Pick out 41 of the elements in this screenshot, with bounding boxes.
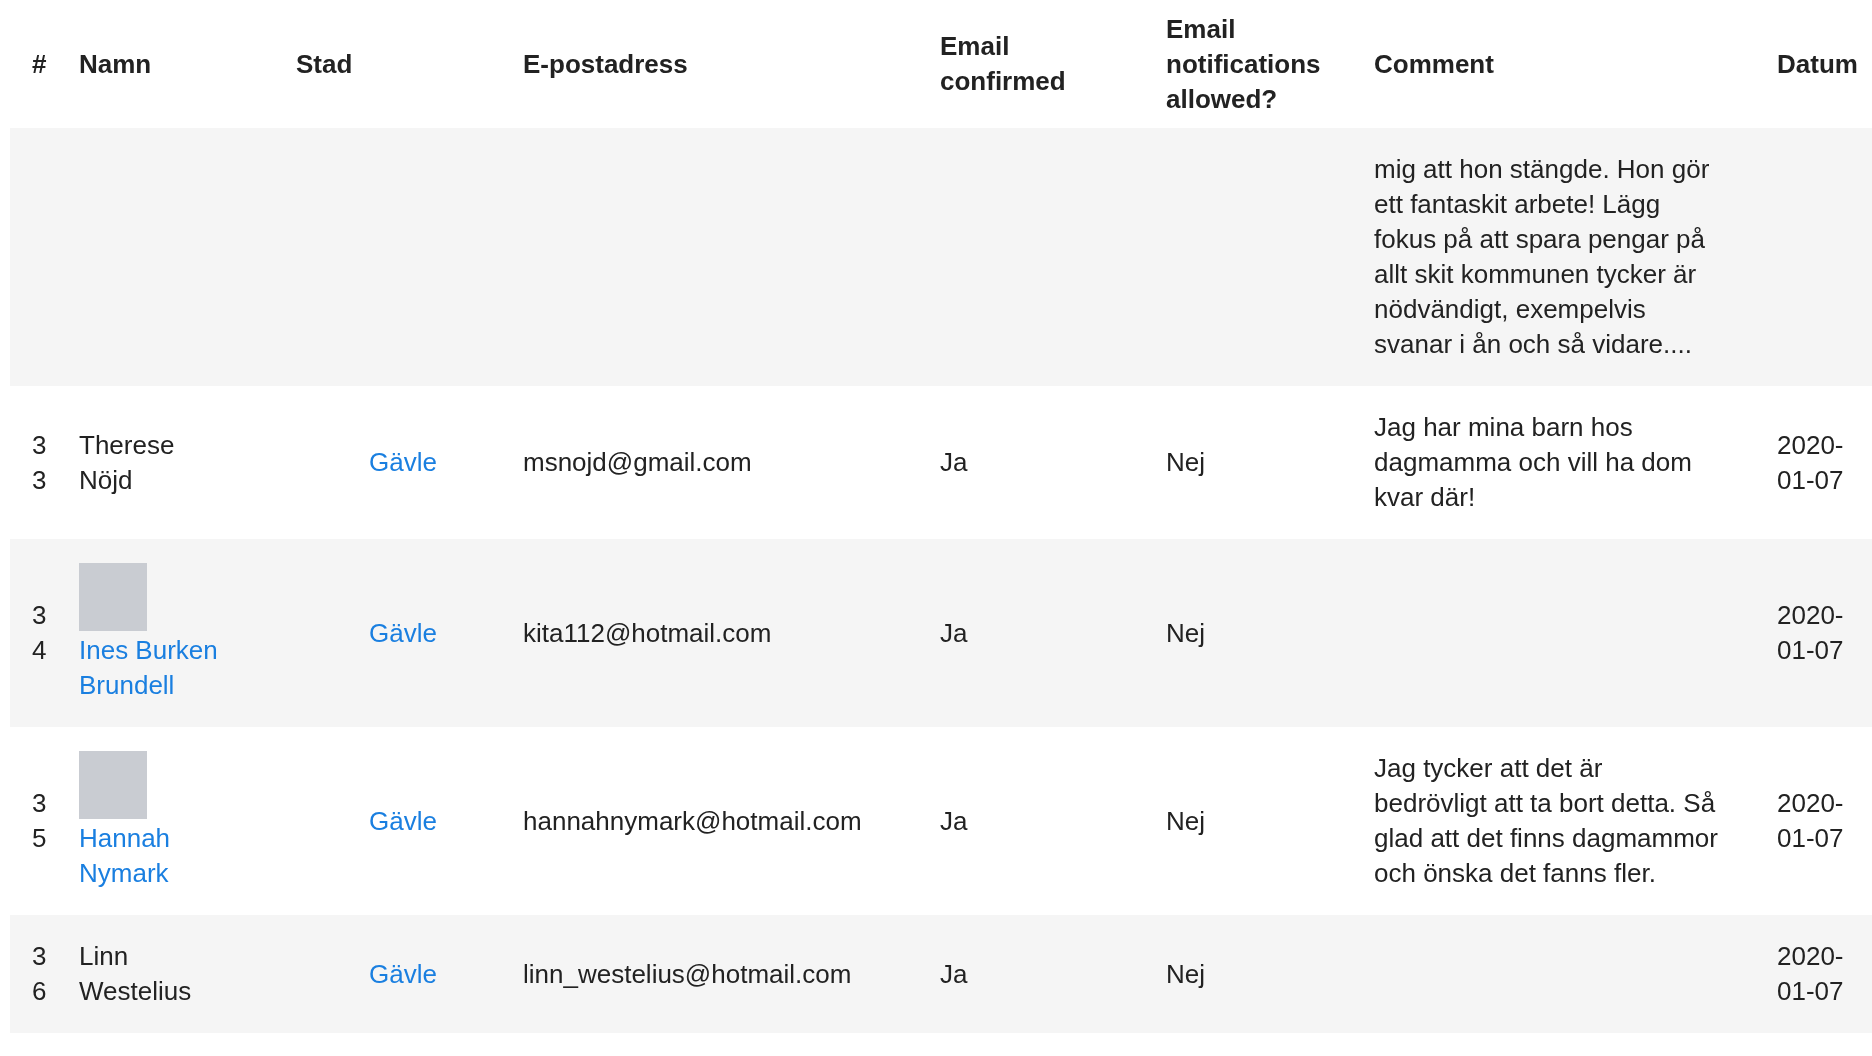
notifications-value: Nej	[1166, 617, 1205, 648]
confirmed-value: Ja	[940, 805, 968, 836]
column-header: #	[32, 48, 47, 79]
date-value: 2020-01-07	[1777, 788, 1844, 853]
confirmed-value: Ja	[940, 958, 968, 989]
city-link[interactable]: Gävle	[369, 617, 437, 648]
user-name: Linn Westelius	[79, 941, 192, 1006]
row-number: 35	[32, 788, 47, 853]
row-number: 34	[32, 600, 47, 665]
column-header: Stad	[296, 48, 353, 79]
user-link[interactable]: Hannah Nymark	[79, 821, 226, 891]
user-link[interactable]: Ines Burken Brundell	[79, 633, 226, 703]
city-link[interactable]: Gävle	[369, 958, 437, 989]
notifications-value: Nej	[1166, 805, 1205, 836]
city-link[interactable]: Gävle	[369, 805, 437, 836]
comment-text: Jag tycker att det är bedrövligt att ta bort detta. Så glad att det finns dagmammor och önska det fanns fler.	[1374, 753, 1718, 888]
column-header: Namn	[79, 48, 152, 79]
city-link[interactable]: Gävle	[369, 447, 437, 477]
date-value: 2020-01-07	[1777, 429, 1844, 495]
notifications-value: Nej	[1166, 958, 1205, 989]
column-header: Datum	[1777, 48, 1858, 79]
date-value: 2020-01-07	[1777, 600, 1844, 665]
user-name: Therese Nöjd	[79, 429, 175, 495]
comment-text: Jag har mina barn hos dagmamma och vill ha dom kvar där!	[1374, 412, 1692, 512]
column-header: Email notifications allowed?	[1166, 13, 1321, 114]
confirmed-value: Ja	[940, 617, 968, 648]
email-address: hannahnymark@hotmail.com	[523, 805, 862, 836]
email-address: msnojd@gmail.com	[523, 447, 752, 477]
column-header: E-postadress	[523, 48, 688, 79]
column-header: Comment	[1374, 48, 1494, 79]
comment-text: mig att hon stängde. Hon gör ett fantaskit arbete! Lägg fokus på att spara pengar på allt skit kommunen tycker är nödvändigt, exempelvis svanar i ån och så vidare....	[1374, 154, 1710, 359]
row-number: 33	[32, 429, 47, 495]
date-value: 2020-01-07	[1777, 941, 1844, 1006]
avatar-photo-placeholder	[79, 563, 147, 631]
avatar-photo-placeholder	[79, 751, 147, 819]
notifications-value: Nej	[1166, 447, 1205, 477]
confirmed-value: Ja	[940, 447, 968, 477]
row-number: 36	[32, 941, 47, 1006]
email-address: linn_westelius@hotmail.com	[523, 958, 852, 989]
email-address: kita112@hotmail.com	[523, 617, 772, 648]
column-header: Email confirmed	[940, 31, 1066, 96]
